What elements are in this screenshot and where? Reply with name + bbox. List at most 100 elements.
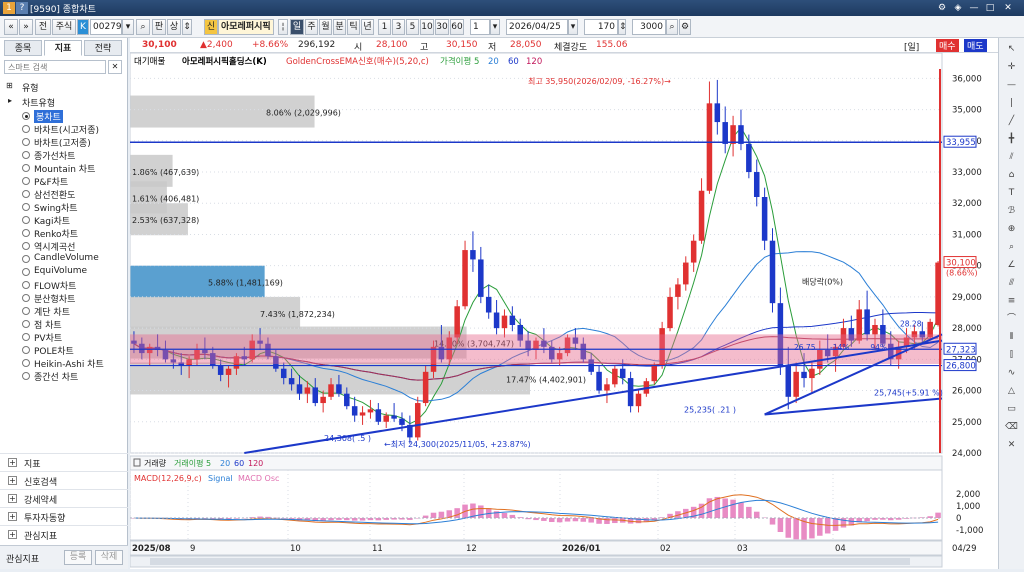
pan-button[interactable]: 판: [152, 19, 166, 35]
bars-icon[interactable]: ⫿: [1004, 348, 1019, 363]
tab-indicators[interactable]: 지표: [44, 40, 82, 56]
smart-search-input[interactable]: [4, 60, 106, 74]
chart-area[interactable]: 대기매물 아모레퍼시픽홀딩스(K) GoldenCrossEMA신호(매수)(5…: [129, 52, 998, 569]
chart-type-item[interactable]: Renko차트: [34, 227, 78, 240]
weekly-button[interactable]: 주: [305, 19, 318, 35]
count-input[interactable]: 170: [584, 19, 618, 35]
updown-icon[interactable]: ⇕: [182, 19, 192, 35]
minute-button[interactable]: 분: [333, 19, 346, 35]
interval-3-button[interactable]: 3: [392, 19, 405, 35]
tree-group-chart-type[interactable]: 차트유형: [22, 96, 55, 109]
header-label-ma120[interactable]: 120: [526, 57, 542, 67]
delete-all-icon[interactable]: ✕: [1004, 438, 1019, 453]
cross-line-icon[interactable]: ╋: [1004, 132, 1019, 147]
k-button[interactable]: K: [77, 19, 89, 35]
chart-type-radio[interactable]: [22, 255, 30, 263]
nav-forward-button[interactable]: »: [19, 19, 33, 35]
chart-type-item[interactable]: Swing차트: [34, 201, 78, 214]
daily-button[interactable]: 일: [290, 19, 304, 35]
chart-type-radio[interactable]: [22, 320, 30, 328]
chart-type-radio[interactable]: [22, 281, 30, 289]
buy-order-button[interactable]: 매수: [936, 39, 959, 52]
clear-search-icon[interactable]: ✕: [108, 60, 122, 74]
section-favorite-indicators[interactable]: + 관심지표: [0, 525, 128, 543]
interval-60-button[interactable]: 60: [450, 19, 464, 35]
wave-icon[interactable]: ∿: [1004, 366, 1019, 381]
tab-strategy[interactable]: 전략: [84, 40, 122, 56]
chart-type-radio[interactable]: [22, 333, 30, 341]
interval-5-button[interactable]: 5: [406, 19, 419, 35]
chart-type-radio[interactable]: [22, 151, 30, 159]
tick-button[interactable]: 틱: [347, 19, 360, 35]
header-label-ma60[interactable]: 60: [508, 57, 519, 67]
trendline-icon[interactable]: ╱: [1004, 114, 1019, 129]
maximize-icon[interactable]: □: [984, 2, 996, 14]
chart-type-radio[interactable]: [22, 359, 30, 367]
eraser-icon[interactable]: ⌫: [1004, 420, 1019, 435]
chart-type-item[interactable]: POLE차트: [34, 344, 74, 357]
minimize-icon[interactable]: —: [968, 2, 980, 14]
chart-type-item[interactable]: FLOW차트: [34, 279, 76, 292]
chart-type-radio[interactable]: [22, 268, 30, 276]
chart-type-item[interactable]: 분산형차트: [34, 292, 75, 305]
chart-type-item[interactable]: Mountain 차트: [34, 162, 95, 175]
chart-type-radio[interactable]: [22, 125, 30, 133]
triangle-icon[interactable]: △: [1004, 384, 1019, 399]
interval-30-button[interactable]: 30: [435, 19, 449, 35]
chart-type-item[interactable]: 바차트(고저종): [34, 136, 91, 149]
chart-type-item[interactable]: 바차트(시고저종): [34, 123, 99, 136]
chart-type-radio[interactable]: [22, 164, 30, 172]
chart-type-item[interactable]: 역시계곡선: [34, 240, 75, 253]
chart-type-item[interactable]: 봉차트: [34, 110, 63, 123]
date-dropdown-icon[interactable]: ▾: [568, 19, 578, 35]
date-input[interactable]: 2026/04/25: [506, 19, 568, 35]
chart-type-item[interactable]: 점 차트: [34, 318, 62, 331]
close-icon[interactable]: ✕: [1002, 2, 1014, 14]
vline-icon[interactable]: |: [1004, 96, 1019, 111]
chart-type-item[interactable]: 삼선전환도: [34, 188, 75, 201]
section-signal-search[interactable]: + 신호검색: [0, 471, 128, 489]
channel-icon[interactable]: ⫽: [1004, 150, 1019, 165]
chart-type-radio[interactable]: [22, 229, 30, 237]
yearly-button[interactable]: 년: [361, 19, 374, 35]
chart-type-item[interactable]: Heikin-Ashi 차트: [34, 357, 104, 370]
chart-type-item[interactable]: 계단 차트: [34, 305, 70, 318]
stock-code-input[interactable]: 002790: [90, 19, 127, 35]
text-icon[interactable]: T: [1004, 186, 1019, 201]
price-chart-svg[interactable]: 대기매물 아모레퍼시픽홀딩스(K) GoldenCrossEMA신호(매수)(5…: [129, 52, 998, 569]
chart-type-radio[interactable]: [22, 112, 30, 120]
chart-type-item[interactable]: 종간선 차트: [34, 370, 78, 383]
chart-type-item[interactable]: CandleVolume: [34, 253, 99, 263]
chart-type-radio[interactable]: [22, 346, 30, 354]
stock-type-button[interactable]: 주식: [52, 19, 76, 35]
toolbar-settings-icon[interactable]: ⚙: [679, 19, 691, 35]
nav-back-button[interactable]: «: [4, 19, 18, 35]
settings-icon[interactable]: ⚙: [936, 2, 948, 14]
header-label-ma20[interactable]: 20: [488, 57, 499, 67]
chart-type-item[interactable]: EquiVolume: [34, 266, 87, 276]
chart-type-item[interactable]: Kagi차트: [34, 214, 70, 227]
fibonacci-icon[interactable]: ≡: [1004, 294, 1019, 309]
chart-type-item[interactable]: PV차트: [34, 331, 62, 344]
interval-10-button[interactable]: 10: [420, 19, 434, 35]
header-label-supply[interactable]: 대기매물: [134, 57, 165, 67]
period-dropdown-icon[interactable]: ▾: [490, 19, 500, 35]
magnify-icon[interactable]: ⌕: [1004, 240, 1019, 255]
monthly-button[interactable]: 월: [319, 19, 332, 35]
delete-button[interactable]: 삭제: [95, 550, 123, 565]
chart-type-radio[interactable]: [22, 216, 30, 224]
sang-button[interactable]: 상: [167, 19, 181, 35]
count-spinner-icon[interactable]: ⇕: [618, 19, 627, 35]
link-icon[interactable]: ◈: [952, 2, 964, 14]
auto-icon[interactable]: ⌂: [1004, 168, 1019, 183]
tree-group-type[interactable]: 유형: [22, 81, 39, 94]
chart-type-radio[interactable]: [22, 190, 30, 198]
ab-icon[interactable]: ℬ: [1004, 204, 1019, 219]
cycle-icon[interactable]: ⦀: [1004, 330, 1019, 345]
chart-type-radio[interactable]: [22, 138, 30, 146]
chart-type-radio[interactable]: [22, 372, 30, 380]
arc-icon[interactable]: ⌒: [1004, 312, 1019, 327]
box-icon[interactable]: ▭: [1004, 402, 1019, 417]
section-investor-trend[interactable]: + 투자자동향: [0, 507, 128, 525]
zoom-icon[interactable]: ⌕: [666, 19, 678, 35]
